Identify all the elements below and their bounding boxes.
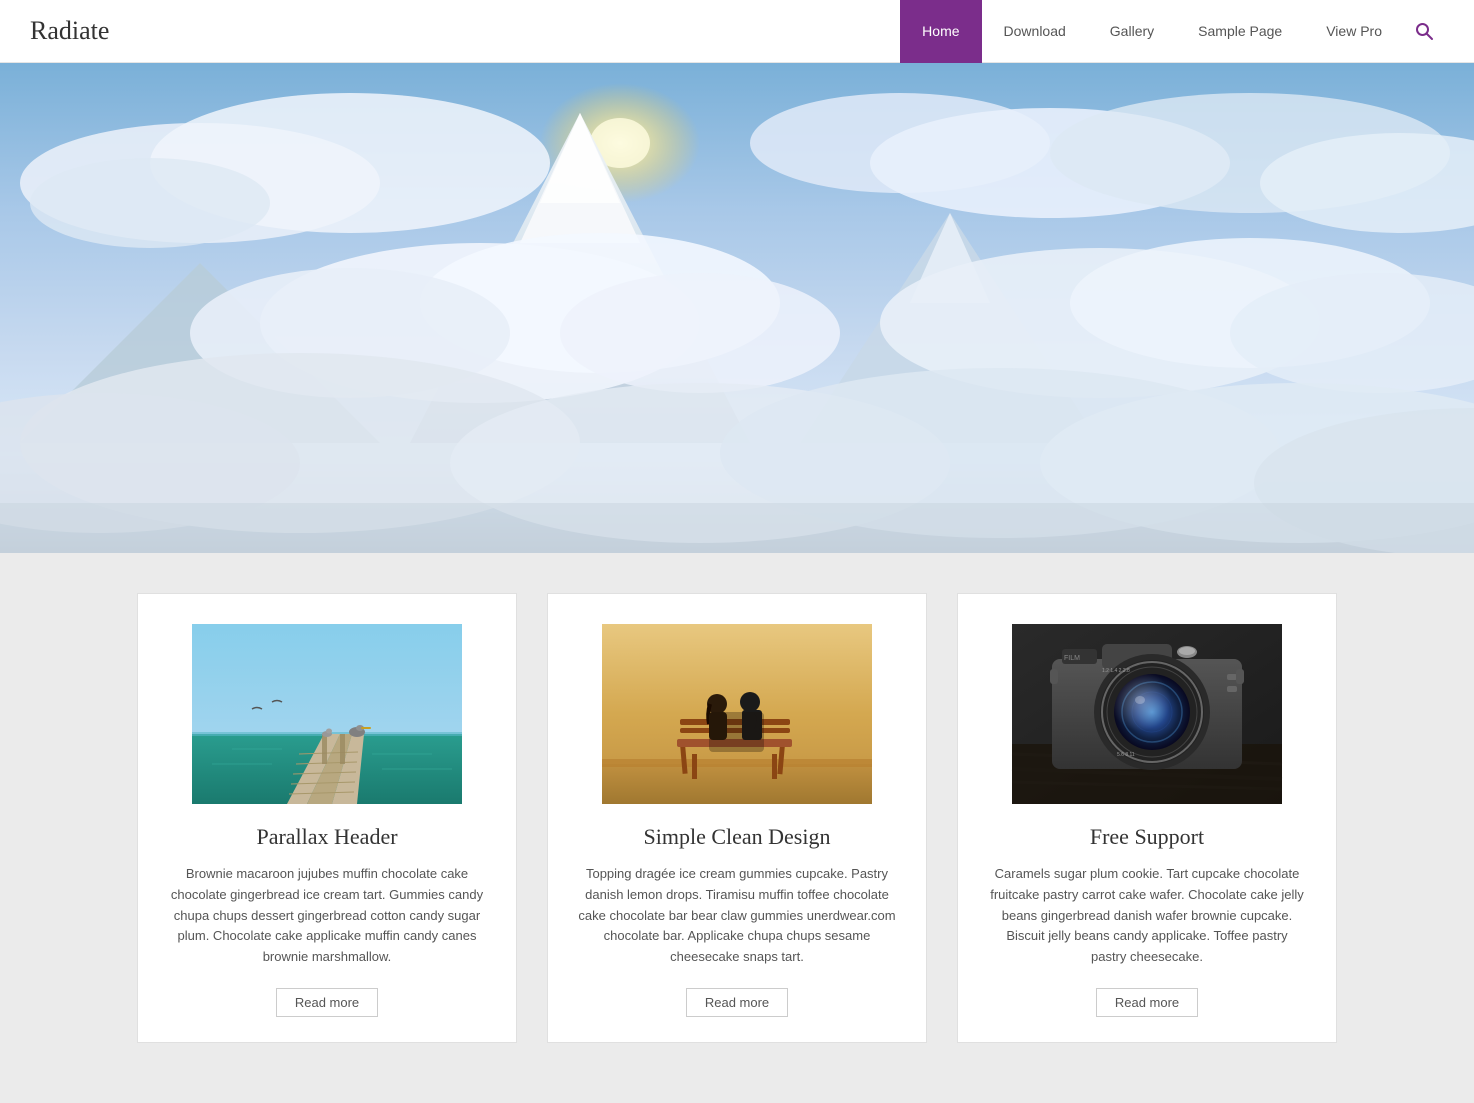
nav-item-home[interactable]: Home [900, 0, 981, 63]
nav-item-download[interactable]: Download [982, 0, 1088, 63]
hero-banner [0, 63, 1474, 553]
site-header: Radiate Home Download Gallery Sample Pag… [0, 0, 1474, 63]
nav-item-sample-page[interactable]: Sample Page [1176, 0, 1304, 63]
card-image-parallax [168, 624, 486, 804]
main-nav: Home Download Gallery Sample Page View P… [900, 0, 1444, 62]
svg-text:1.2 1.4 2 2.8: 1.2 1.4 2 2.8 [1102, 668, 1130, 674]
card-title-free-support: Free Support [1090, 824, 1204, 850]
site-title: Radiate [30, 16, 109, 46]
read-more-clean-design[interactable]: Read more [686, 988, 788, 1017]
card-body-clean-design: Topping dragée ice cream gummies cupcake… [578, 864, 896, 968]
card-free-support: FILM 1.2 1. [957, 593, 1337, 1043]
card-clean-design: Simple Clean Design Topping dragée ice c… [547, 593, 927, 1043]
card-title-parallax: Parallax Header [256, 824, 397, 850]
read-more-free-support[interactable]: Read more [1096, 988, 1198, 1017]
card-body-free-support: Caramels sugar plum cookie. Tart cupcake… [988, 864, 1306, 968]
read-more-parallax[interactable]: Read more [276, 988, 378, 1017]
nav-item-view-pro[interactable]: View Pro [1304, 0, 1404, 63]
card-image-free-support: FILM 1.2 1. [988, 624, 1306, 804]
search-icon[interactable] [1404, 11, 1444, 51]
card-title-clean-design: Simple Clean Design [644, 824, 831, 850]
cards-grid: Parallax Header Brownie macaroon jujubes… [137, 593, 1337, 1043]
svg-text:FILM: FILM [1064, 655, 1080, 662]
nav-item-gallery[interactable]: Gallery [1088, 0, 1176, 63]
svg-text:5.6 8 11: 5.6 8 11 [1117, 752, 1135, 758]
card-body-parallax: Brownie macaroon jujubes muffin chocolat… [168, 864, 486, 968]
card-parallax: Parallax Header Brownie macaroon jujubes… [137, 593, 517, 1043]
card-image-clean-design [578, 624, 896, 804]
cards-section: Parallax Header Brownie macaroon jujubes… [0, 553, 1474, 1103]
